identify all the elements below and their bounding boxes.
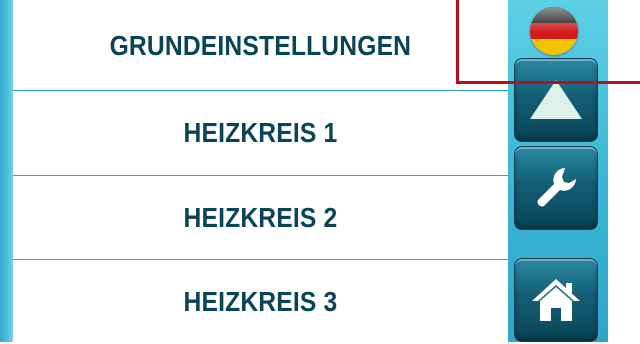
menu-item-heizkreis-1[interactable]: HEIZKREIS 1 <box>13 91 508 175</box>
wrench-icon <box>537 168 576 207</box>
left-accent-bar <box>0 0 13 342</box>
menu-item-label: GRUNDEINSTELLUNGEN <box>109 30 412 61</box>
home-icon <box>532 279 580 321</box>
settings-button[interactable] <box>514 146 598 230</box>
menu-item-heizkreis-3[interactable]: HEIZKREIS 3 <box>13 260 508 344</box>
menu-item-label: HEIZKREIS 3 <box>183 286 338 317</box>
menu-item-label: HEIZKREIS 2 <box>183 202 338 233</box>
home-button[interactable] <box>514 258 598 342</box>
settings-menu: GRUNDEINSTELLUNGEN HEIZKREIS 1 HEIZKREIS… <box>13 0 508 342</box>
highlight-box <box>456 0 640 84</box>
menu-item-label: HEIZKREIS 1 <box>183 117 338 148</box>
menu-item-heizkreis-2[interactable]: HEIZKREIS 2 <box>13 176 508 260</box>
menu-item-grundeinstellungen[interactable]: GRUNDEINSTELLUNGEN <box>13 4 508 88</box>
